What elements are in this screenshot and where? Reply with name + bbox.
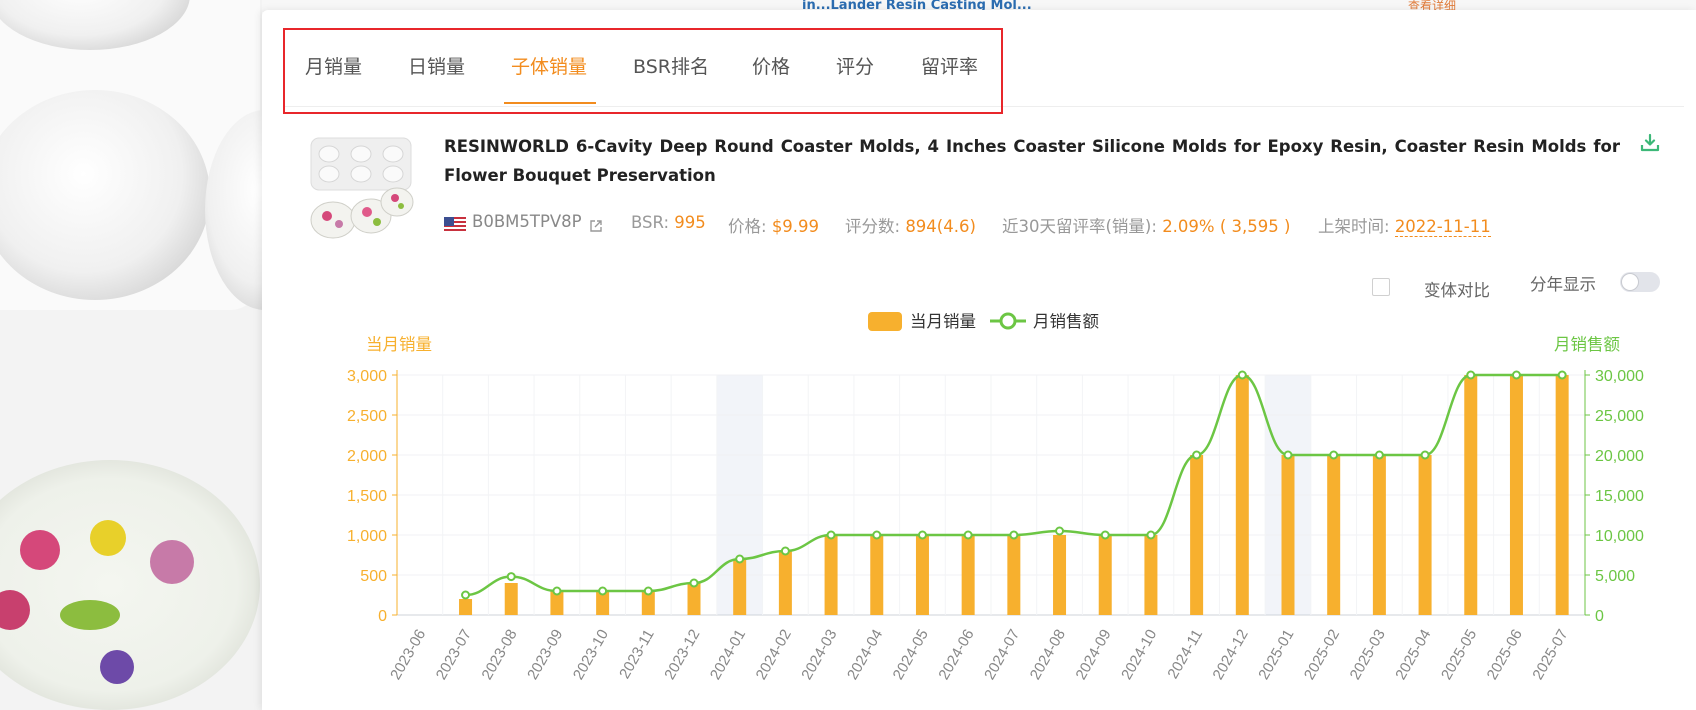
bar-2025-07 [1555,375,1569,615]
bar-2023-12 [687,583,701,615]
x-axis-tick-label: 2023-12 [661,627,703,683]
x-axis-tick-label: 2023-11 [616,627,658,682]
line-point-2023-08 [506,572,516,582]
bar-2024-05 [915,535,929,615]
right-axis-tick-label: 5,000 [1595,568,1635,585]
x-axis-tick-label: 2025-05 [1438,627,1480,683]
x-axis-tick-label: 2025-07 [1529,627,1571,683]
right-axis-tick-label: 10,000 [1595,528,1644,545]
bar-2024-02 [778,551,792,615]
bar-2024-04 [870,535,884,615]
line-point-2024-12 [1237,370,1247,380]
line-point-2023-11 [643,586,653,596]
x-axis-tick-label: 2023-10 [570,627,612,683]
line-point-2024-03 [826,530,836,540]
x-axis-tick-label: 2024-06 [935,626,977,682]
bar-2024-01 [733,559,747,615]
x-axis-tick-label: 2025-02 [1301,627,1343,683]
right-axis-title: 月销售额 [1554,335,1621,354]
x-axis-tick-label: 2024-11 [1164,627,1206,682]
bar-2025-05 [1464,375,1478,615]
x-axis-tick-label: 2023-08 [478,627,520,683]
x-axis-tick-label: 2024-05 [890,627,932,683]
bar-2024-10 [1144,535,1158,615]
x-axis-tick-label: 2025-04 [1392,627,1434,683]
bar-2024-06 [961,535,975,615]
bar-2025-06 [1509,375,1523,615]
line-point-2023-12 [689,578,699,588]
x-axis-tick-label: 2025-06 [1484,627,1526,683]
line-point-2025-04 [1420,450,1430,460]
line-point-2025-06 [1511,370,1521,380]
bar-2024-11 [1190,455,1204,615]
bar-2025-02 [1327,455,1341,615]
right-axis-tick-label: 15,000 [1595,488,1644,505]
left-axis-tick-label: 0 [378,608,387,625]
line-point-2024-04 [872,530,882,540]
line-point-2024-07 [1009,530,1019,540]
line-point-2024-09 [1100,530,1110,540]
left-axis-tick-label: 2,500 [347,408,387,425]
legend-label-bar: 当月销量 [910,312,976,331]
bar-2024-07 [1007,535,1021,615]
legend-line-marker [999,312,1017,330]
bar-2023-08 [504,583,518,615]
line-point-2023-07 [461,590,471,600]
x-axis-tick-label: 2024-07 [981,627,1023,683]
right-axis-tick-label: 30,000 [1595,368,1644,385]
line-point-2024-02 [780,546,790,556]
bar-2024-12 [1235,375,1249,615]
x-axis-tick-label: 2023-07 [433,627,475,683]
line-point-2024-05 [917,530,927,540]
monthly-sales-chart: 0 0 500 5,000 1,000 10,000 1,500 15,000 2,000 20,… [347,312,1644,683]
line-point-2024-06 [963,530,973,540]
line-point-2025-03 [1374,450,1384,460]
legend-bar-swatch [868,312,902,331]
x-axis-tick-label: 2024-09 [1072,627,1114,683]
line-point-2023-09 [552,586,562,596]
x-axis-tick-label: 2025-03 [1347,627,1389,683]
bar-2025-04 [1418,455,1432,615]
line-point-2025-07 [1557,370,1567,380]
left-axis-tick-label: 1,000 [347,528,387,545]
line-point-2024-10 [1146,530,1156,540]
x-axis-tick-label: 2024-10 [1118,627,1160,683]
x-axis-tick-label: 2025-01 [1255,627,1297,683]
bar-2024-08 [1053,535,1067,615]
x-axis-tick-label: 2023-06 [387,627,429,683]
left-axis-tick-label: 500 [360,568,387,585]
line-point-2023-10 [598,586,608,596]
bar-2024-09 [1098,535,1112,615]
x-axis-tick-label: 2024-04 [844,627,886,683]
x-axis-tick-label: 2024-01 [707,627,749,683]
legend-label-line: 月销售额 [1033,312,1100,331]
left-axis-tick-label: 3,000 [347,368,387,385]
right-axis-tick-label: 20,000 [1595,448,1644,465]
line-point-2025-01 [1283,450,1293,460]
left-axis-tick-label: 2,000 [347,448,387,465]
bar-2025-03 [1372,455,1386,615]
left-axis-tick-label: 1,500 [347,488,387,505]
x-axis-tick-label: 2024-12 [1210,627,1252,683]
line-point-2024-01 [735,554,745,564]
bar-2024-03 [824,535,838,615]
x-axis-tick-label: 2024-02 [753,627,795,683]
right-axis-tick-label: 0 [1595,608,1604,625]
line-point-2025-05 [1466,370,1476,380]
left-axis-title: 当月销量 [366,335,432,354]
line-point-2024-08 [1055,526,1065,536]
x-axis-tick-label: 2023-09 [524,627,566,683]
x-axis-tick-label: 2024-03 [798,627,840,683]
bar-2023-07 [459,599,473,615]
bar-2025-01 [1281,455,1295,615]
x-axis-tick-label: 2024-08 [1027,627,1069,683]
line-point-2025-02 [1329,450,1339,460]
line-point-2024-11 [1192,450,1202,460]
right-axis-tick-label: 25,000 [1595,408,1644,425]
